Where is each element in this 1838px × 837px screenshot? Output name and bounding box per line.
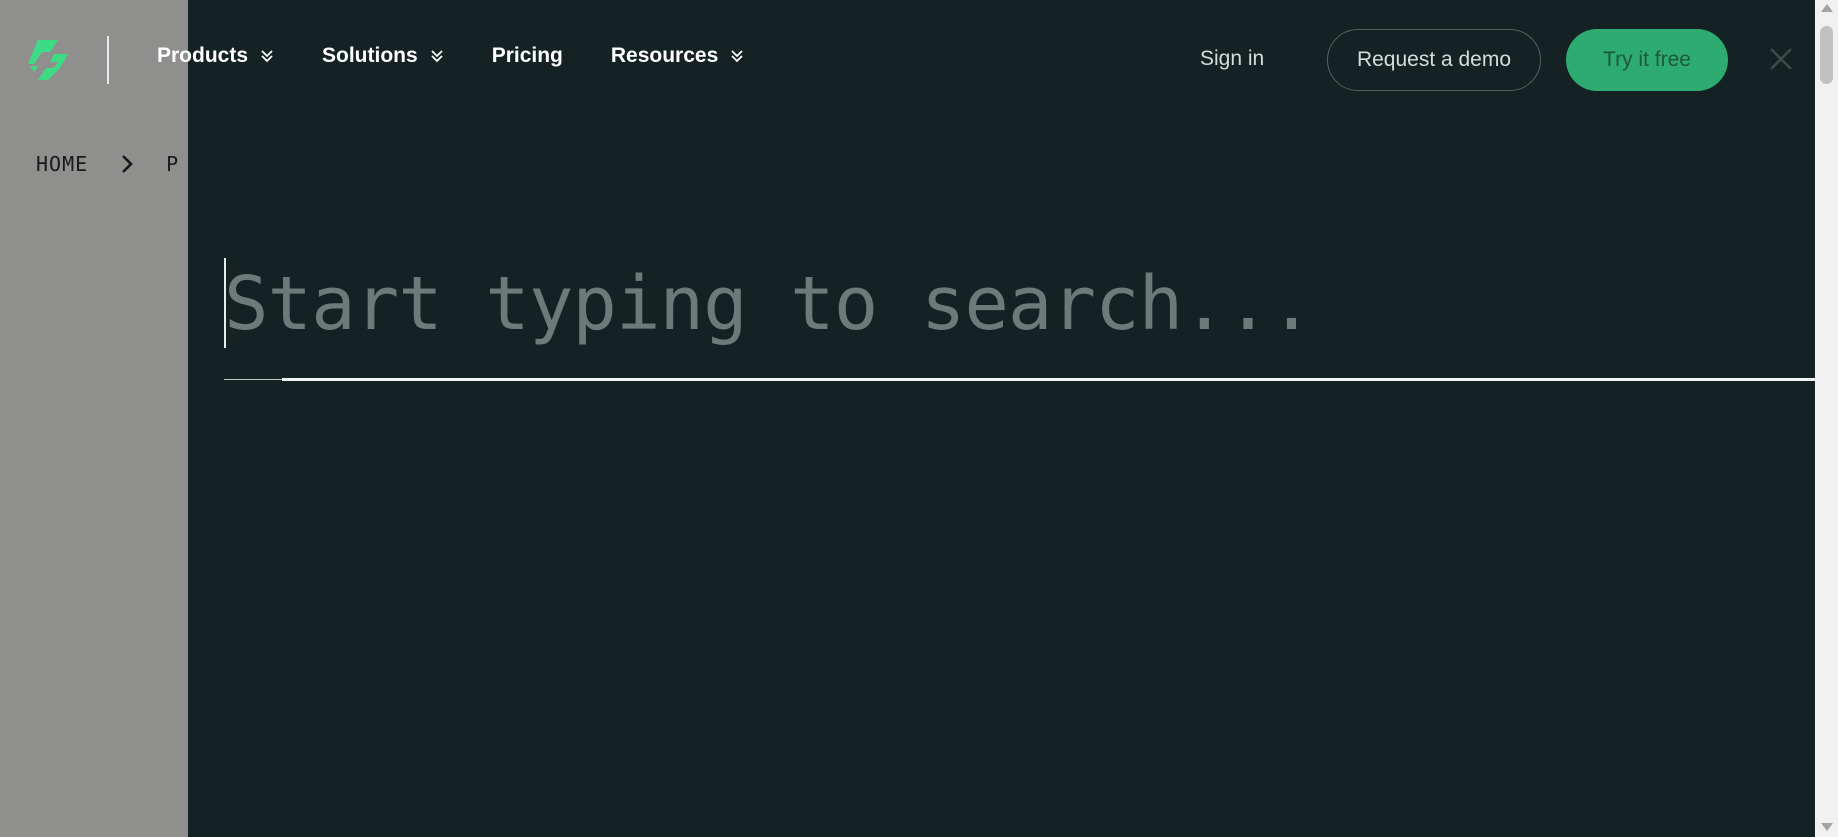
search-input[interactable] (224, 256, 1815, 352)
breadcrumb-home[interactable]: HOME (36, 152, 88, 176)
nav-item-pricing[interactable]: Pricing (492, 44, 563, 68)
main-menu: Products Solutions Pricing Resources (157, 44, 792, 68)
breadcrumb-current[interactable]: P (166, 152, 179, 176)
logo-divider (107, 36, 109, 84)
scroll-up-arrow-icon[interactable] (1821, 4, 1833, 12)
nav-item-label: Products (157, 44, 249, 67)
search-overlay (188, 0, 1815, 837)
vertical-scrollbar[interactable] (1815, 0, 1838, 837)
double-chevron-down-icon (430, 49, 444, 63)
breadcrumb: HOME P (36, 152, 179, 176)
brand-logo-icon[interactable] (24, 36, 72, 84)
chevron-right-icon (116, 153, 138, 175)
nav-item-label: Solutions (322, 44, 418, 67)
nav-item-solutions[interactable]: Solutions (322, 44, 444, 68)
double-chevron-down-icon (730, 49, 744, 63)
text-caret (224, 258, 226, 348)
scroll-thumb[interactable] (1820, 26, 1833, 84)
top-navigation: Products Solutions Pricing Resources Sig… (0, 0, 1815, 120)
search-underline-progress (224, 379, 282, 380)
scroll-down-arrow-icon[interactable] (1821, 823, 1833, 831)
try-free-button[interactable]: Try it free (1566, 29, 1728, 91)
nav-item-label: Resources (610, 44, 719, 67)
sign-in-link[interactable]: Sign in (1200, 47, 1264, 71)
double-chevron-down-icon (260, 49, 274, 63)
close-icon[interactable] (1766, 44, 1796, 74)
search-underline (282, 378, 1815, 381)
nav-item-products[interactable]: Products (157, 44, 274, 68)
request-demo-button[interactable]: Request a demo (1327, 29, 1541, 91)
nav-item-resources[interactable]: Resources (611, 44, 744, 68)
nav-item-label: Pricing (491, 44, 563, 67)
